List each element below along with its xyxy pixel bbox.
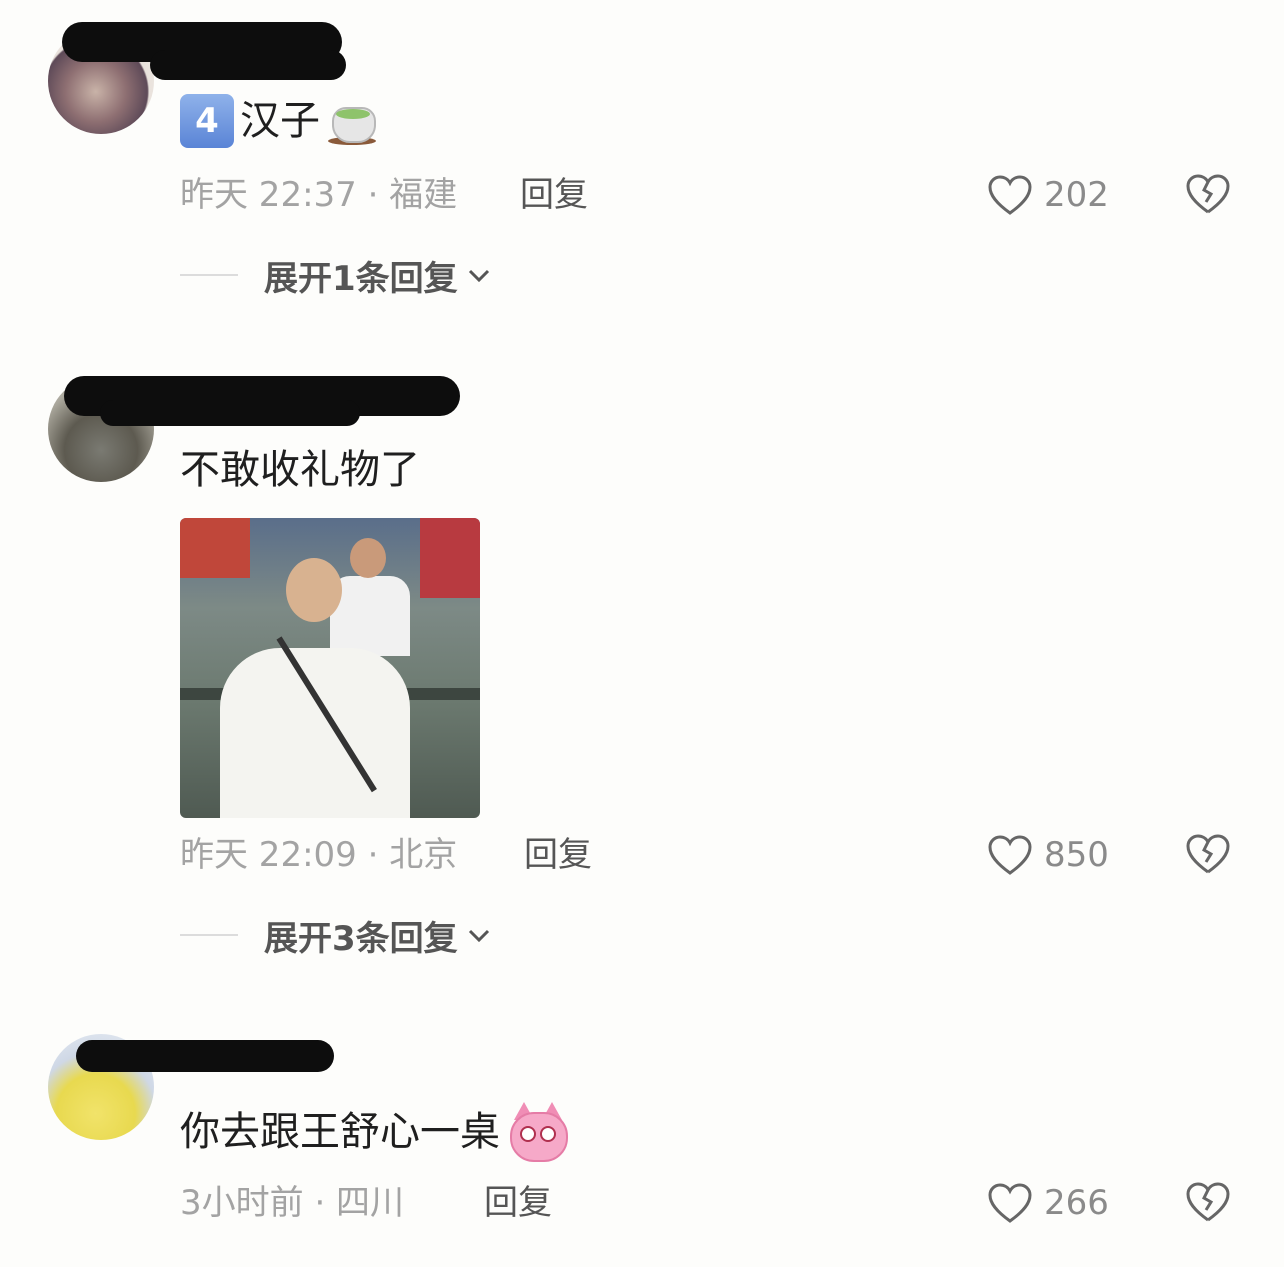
comment-meta: 3小时前 · 四川 回复 266	[180, 1178, 1240, 1228]
chevron-down-icon	[468, 929, 489, 943]
like-button[interactable]: 266	[986, 1178, 1109, 1228]
divider	[180, 274, 238, 276]
number-badge: 4	[180, 94, 234, 148]
comment-image[interactable]	[180, 518, 480, 818]
time-location: 昨天 22:09 · 北京	[180, 835, 458, 875]
comment-body: 你去跟王舒心一桌	[180, 1109, 500, 1155]
like-button[interactable]: 202	[986, 170, 1109, 220]
reply-button[interactable]: 回复	[520, 170, 588, 220]
expand-replies[interactable]: 展开3条回复	[180, 910, 492, 960]
like-button[interactable]: 850	[986, 830, 1109, 880]
broken-heart-icon[interactable]	[1184, 1180, 1232, 1224]
comment-text: 你去跟王舒心一桌	[180, 1102, 568, 1162]
heart-icon	[988, 175, 1032, 215]
broken-heart-icon[interactable]	[1184, 832, 1232, 876]
username-redacted	[100, 400, 360, 426]
reply-button[interactable]: 回复	[484, 1178, 552, 1228]
comment-meta: 昨天 22:09 · 北京 回复 850	[180, 830, 1240, 880]
pink-cat-emoji-icon	[506, 1102, 568, 1162]
comment-text: 4 汉子	[180, 94, 378, 148]
username-redacted	[76, 1040, 334, 1072]
like-count: 266	[1044, 1183, 1109, 1223]
username-redacted	[150, 50, 346, 80]
expand-replies[interactable]: 展开1条回复	[180, 250, 492, 300]
time-location: 3小时前 · 四川	[180, 1183, 405, 1223]
comment-body: 汉子	[240, 98, 320, 144]
comment-body: 不敢收礼物了	[180, 447, 420, 493]
comment-meta: 昨天 22:37 · 福建 回复 202	[180, 170, 1240, 220]
expand-label: 展开3条回复	[264, 918, 458, 959]
chevron-down-icon	[468, 269, 489, 283]
broken-heart-icon[interactable]	[1184, 172, 1232, 216]
divider	[180, 934, 238, 936]
reply-button[interactable]: 回复	[524, 830, 592, 880]
heart-icon	[988, 1183, 1032, 1223]
expand-label: 展开1条回复	[264, 258, 458, 299]
like-count: 202	[1044, 175, 1109, 215]
comment-text: 不敢收礼物了	[180, 444, 420, 496]
like-count: 850	[1044, 835, 1109, 875]
teacup-emoji-icon	[326, 95, 378, 147]
time-location: 昨天 22:37 · 福建	[180, 175, 458, 215]
heart-icon	[988, 835, 1032, 875]
